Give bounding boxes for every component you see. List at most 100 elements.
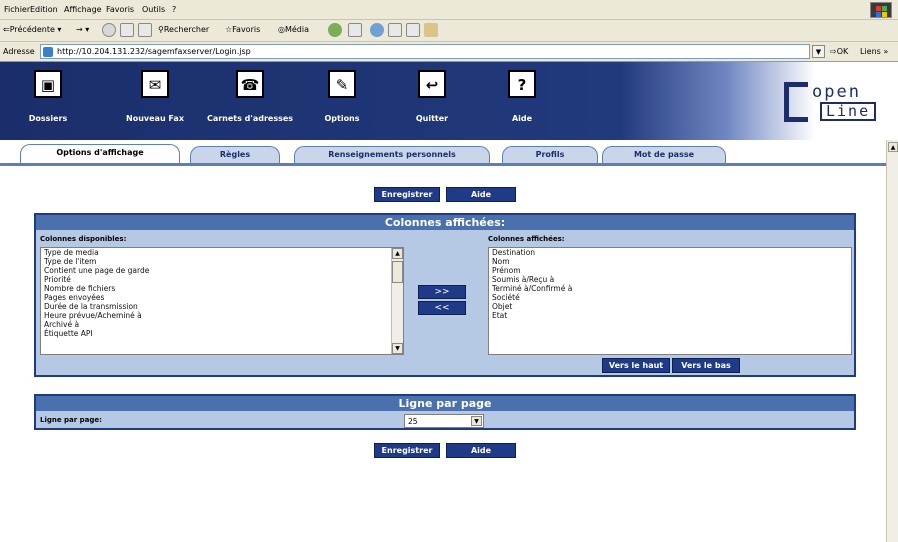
search-button[interactable]: ⚲Rechercher [158,25,209,34]
tab-mot-de-passe[interactable]: Mot de passe [602,146,726,164]
nav-options[interactable]: ✎ Options [314,70,370,123]
menu-item-fichier[interactable]: Fichier [4,5,30,14]
tab-regles[interactable]: Règles [190,146,280,164]
list-item[interactable]: Destination [489,248,851,257]
go-button[interactable]: ⇨OK [830,47,848,56]
available-list-scrollbar[interactable]: ▲ ▼ [391,248,403,354]
address-input[interactable]: http://10.204.131.232/sagemfaxserver/Log… [40,44,810,59]
nav-label: Quitter [415,114,449,123]
discuss-icon[interactable] [406,23,420,37]
columns-panel-title: Colonnes affichées: [36,215,854,230]
list-item[interactable]: Etat [489,311,851,320]
list-item[interactable]: Pages envoyées [41,293,403,302]
tab-renseignements-personnels[interactable]: Renseignements personnels [294,146,490,164]
scroll-thumb[interactable] [392,261,403,283]
move-up-button[interactable]: Vers le haut [602,358,670,373]
save-button-bottom[interactable]: Enregistrer [374,443,440,458]
scroll-down-icon[interactable]: ▼ [392,343,403,354]
browser-toolbar: ⇐Précédente ▾ → ▾ ⚲Rechercher ☆Favoris ◎… [0,20,898,42]
save-button-top[interactable]: Enregistrer [374,187,440,202]
mail-icon[interactable] [348,23,362,37]
list-item[interactable]: Priorité [41,275,403,284]
tab-profils[interactable]: Profils [502,146,598,164]
logo-text-open: open [812,82,861,102]
scroll-up-icon[interactable]: ▲ [888,142,898,152]
lines-per-page-value: 25 [408,417,418,426]
list-item[interactable]: Nom [489,257,851,266]
home-icon[interactable] [138,23,152,37]
list-item[interactable]: Soumis à/Reçu à [489,275,851,284]
media-label: Média [284,25,310,34]
nav-label: Nouveau Fax [126,114,184,123]
nav-carnets-adresses[interactable]: ☎ Carnets d'adresses [200,70,300,123]
help-button-bottom[interactable]: Aide [446,443,516,458]
exit-glyph: ↩ [425,76,439,94]
move-left-button[interactable]: << [418,301,466,315]
address-url: http://10.204.131.232/sagemfaxserver/Log… [57,47,251,56]
edit-icon[interactable] [388,23,402,37]
fax-glyph: ✉ [148,76,162,94]
tab-strip: Options d'affichage Règles Renseignement… [0,140,886,166]
folder-glyph: ▣ [40,76,56,94]
menu-item-edition[interactable]: Edition [30,5,58,14]
page-scrollbar[interactable]: ▲ [886,140,898,542]
favorites-label: Favoris [232,25,261,34]
print-icon[interactable] [370,23,384,37]
list-item[interactable]: Durée de la transmission [41,302,403,311]
app-header: ▣ Dossiers ✉ Nouveau Fax ☎ Carnets d'adr… [0,62,886,140]
chevron-down-icon[interactable]: ▼ [471,416,482,426]
history-icon[interactable] [328,23,342,37]
fax-icon: ✉ [141,70,169,98]
phone-icon: ☎ [236,70,264,98]
address-bar: Adresse http://10.204.131.232/sagemfaxse… [0,42,898,62]
list-item[interactable]: Contient une page de garde [41,266,403,275]
columns-panel: Colonnes affichées: Colonnes disponibles… [34,213,856,377]
back-button[interactable]: ⇐Précédente ▾ [3,25,61,34]
menu-item-outils[interactable]: Outils [142,5,165,14]
help-glyph: ? [517,76,527,94]
list-item[interactable]: Type de l'item [41,257,403,266]
scroll-up-icon[interactable]: ▲ [392,248,403,259]
available-columns-list[interactable]: Type de media Type de l'item Contient une … [40,247,404,355]
menu-item-affichage[interactable]: Affichage [64,5,102,14]
list-item[interactable]: Objet [489,302,851,311]
move-right-button[interactable]: >> [418,285,466,299]
lines-per-page-label: Ligne par page: [40,416,102,424]
list-item[interactable]: Prénom [489,266,851,275]
wrench-icon: ✎ [328,70,356,98]
links-button[interactable]: Liens » [860,47,888,56]
lines-per-page-panel: Ligne par page Ligne par page: 25 ▼ [34,394,856,430]
nav-dossiers[interactable]: ▣ Dossiers [20,70,76,123]
media-button[interactable]: ◎Média [278,25,309,34]
menu-item-help[interactable]: ? [172,5,176,14]
nav-quitter[interactable]: ↩ Quitter [404,70,460,123]
address-dropdown-icon[interactable]: ▼ [812,45,825,58]
displayed-columns-list[interactable]: Destination Nom Prénom Soumis à/Reçu à Termi… [488,247,852,355]
list-item[interactable]: Type de media [41,248,403,257]
stop-icon[interactable] [102,23,116,37]
nav-aide[interactable]: ? Aide [494,70,550,123]
go-label: OK [836,47,849,56]
list-item[interactable]: Société [489,293,851,302]
forward-button[interactable]: → ▾ [76,25,89,34]
nav-label: Aide [511,114,533,123]
nav-nouveau-fax[interactable]: ✉ Nouveau Fax [118,70,192,123]
move-down-button[interactable]: Vers le bas [672,358,740,373]
list-item[interactable]: Archivé à [41,320,403,329]
list-item[interactable]: Nombre de fichiers [41,284,403,293]
favorites-button[interactable]: ☆Favoris [225,25,260,34]
list-item[interactable]: Terminé à/Confirmé à [489,284,851,293]
openline-logo: open Line [784,82,880,122]
available-columns-label: Colonnes disponibles: [40,235,127,243]
menu-item-favoris[interactable]: Favoris [106,5,134,14]
logo-text-line: Line [820,102,877,121]
messenger-icon[interactable] [424,23,438,37]
refresh-icon[interactable] [120,23,134,37]
help-button-top[interactable]: Aide [446,187,516,202]
nav-label: Carnets d'adresses [206,114,294,123]
menu-bar: Fichier Edition Affichage Favoris Outils… [0,0,898,20]
list-item[interactable]: Étiquette API [41,329,403,338]
list-item[interactable]: Heure prévue/Acheminé à [41,311,403,320]
lines-per-page-select[interactable]: 25 ▼ [404,414,484,428]
wrench-glyph: ✎ [335,76,349,94]
